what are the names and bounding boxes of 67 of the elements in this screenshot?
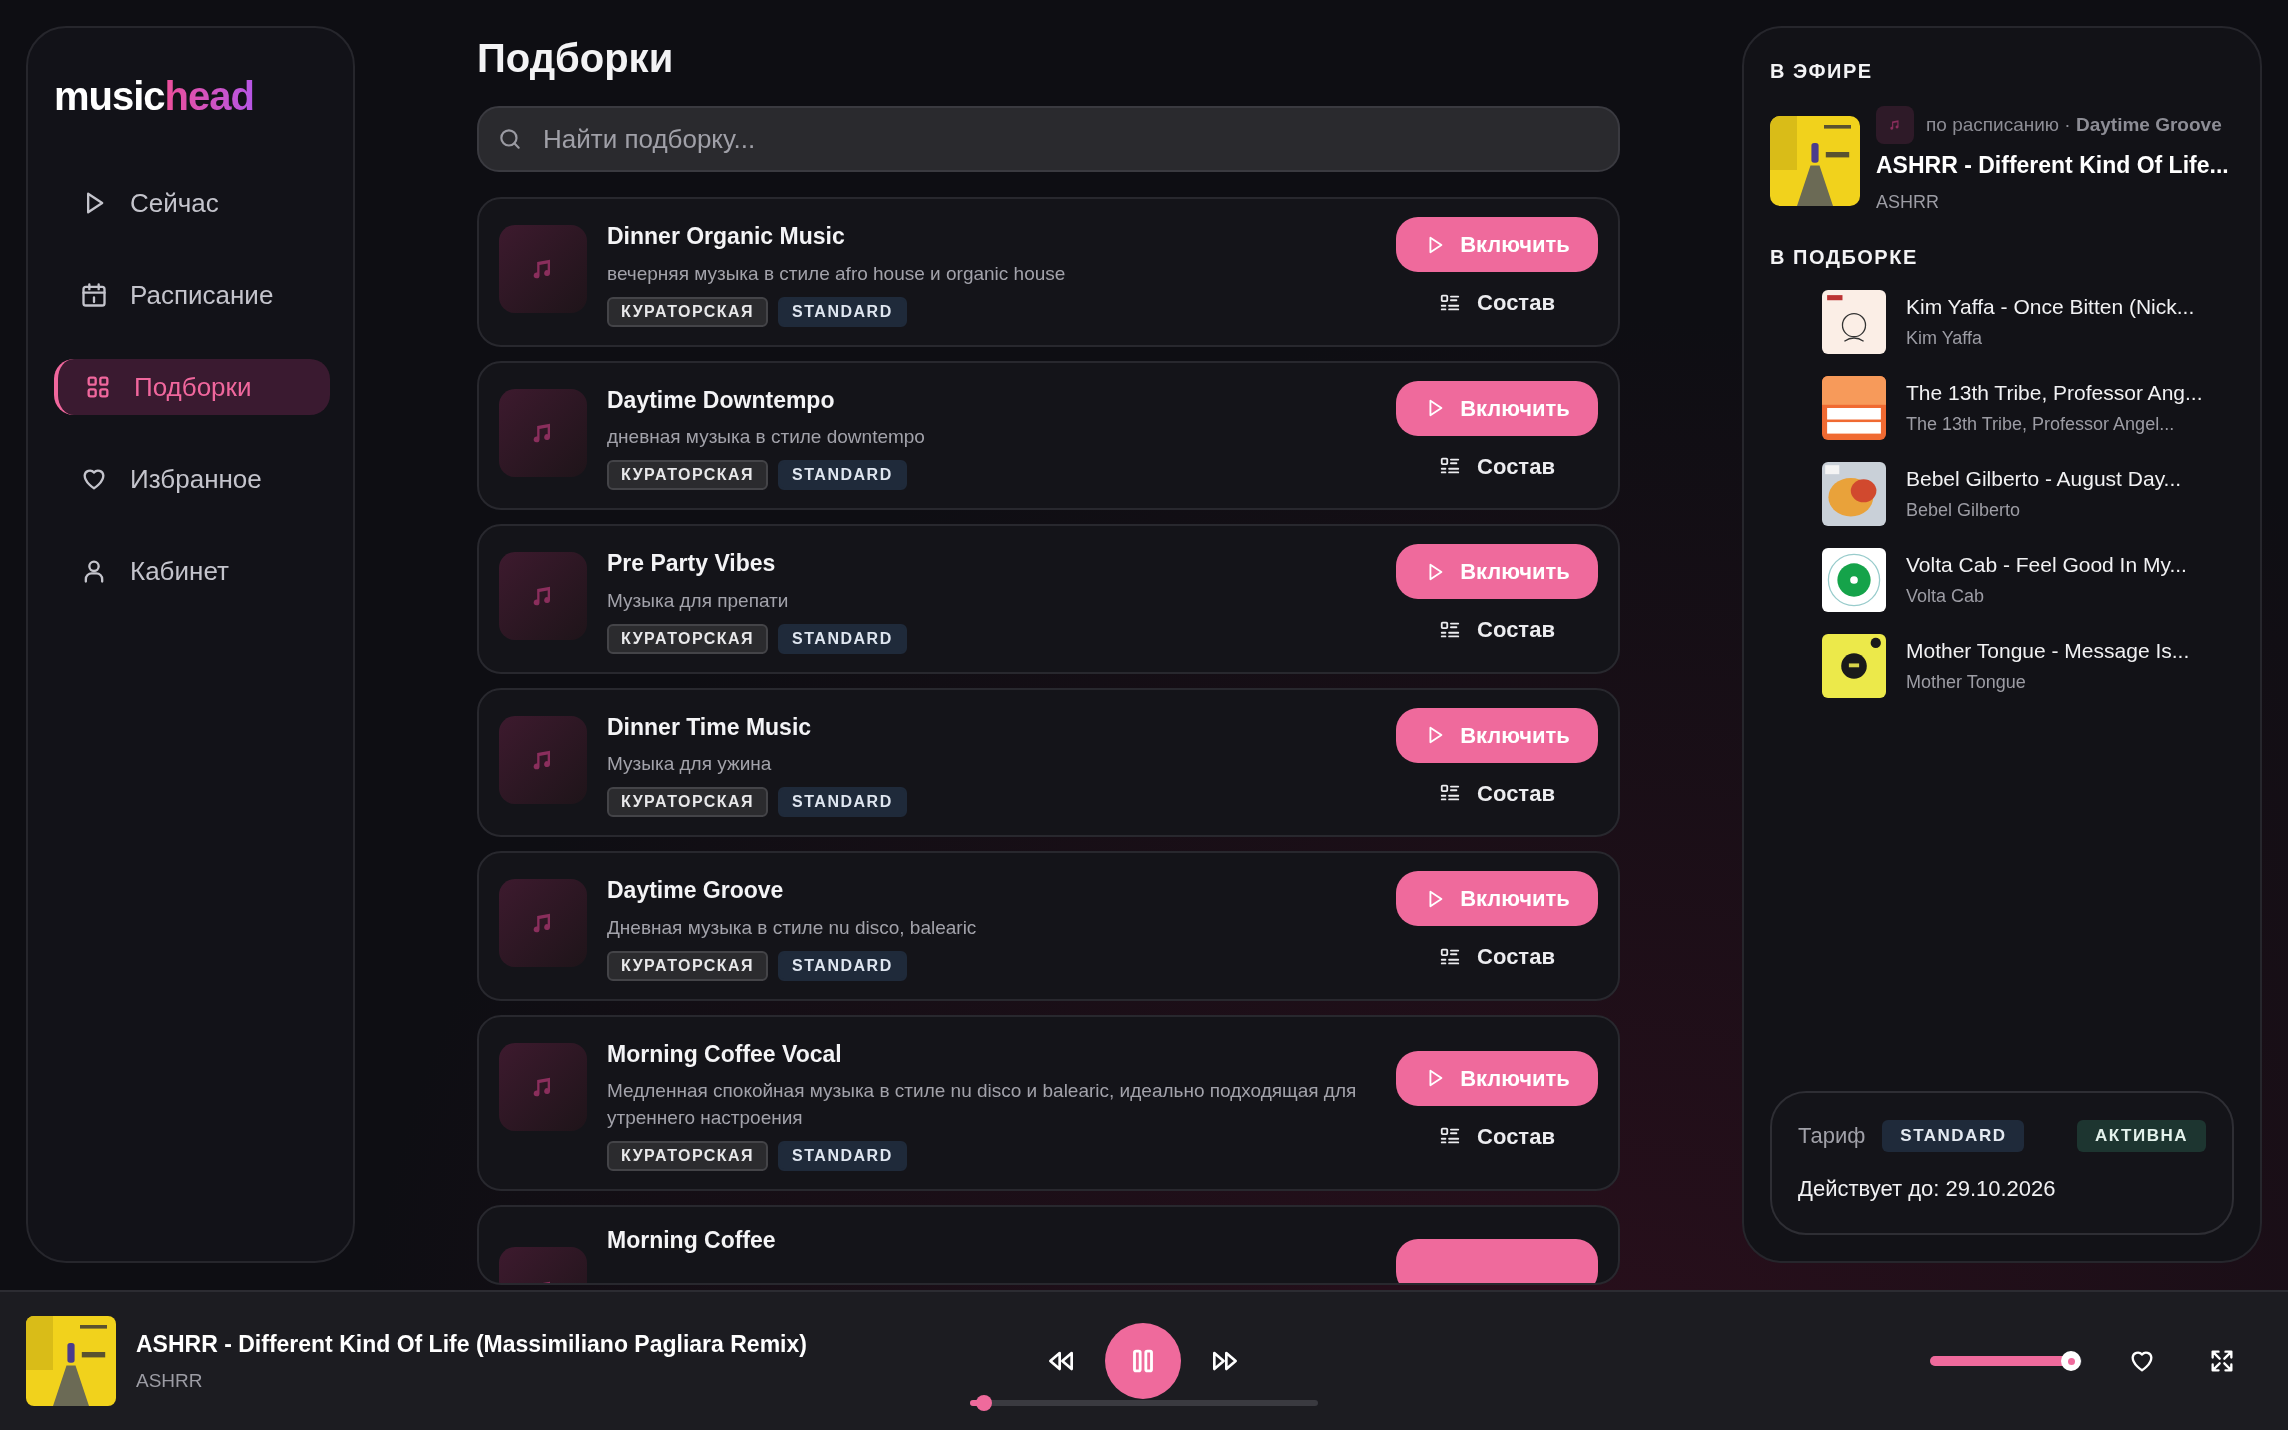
tag: КУРАТОРСКАЯ [607,296,769,327]
collection-description: Медленная спокойная музыка в стиле nu disco и balearic, идеально подходящая для утреннего настроения [607,1079,1358,1130]
nav-item[interactable]: Расписание [54,267,330,323]
tag: STANDARD [778,460,907,490]
nav-item[interactable]: Подборки [54,359,330,415]
logo: musichead [54,73,254,116]
tag: STANDARD [778,623,907,654]
collection-description: Дневная музыка в стиле nu disco, balearic [607,915,978,940]
track-title: ASHRR - Different Kind Of Life (Massimiliano Pagliara Remix) [136,1329,808,1359]
track-artist: ASHRR [1876,190,1940,214]
track-artist: Mother Tongue [1906,670,2027,694]
track-title: The 13th Tribe, Professor Ang... [1906,380,2203,407]
progress-bar[interactable] [970,1395,1318,1411]
play-button[interactable] [1396,1239,1598,1283]
tag: STANDARD [778,1141,907,1171]
source-label: по расписанию · Daytime Groove [1926,112,2222,137]
collection-title: Morning Coffee Vocal [607,1039,843,1069]
volume-slider[interactable] [1930,1351,2082,1371]
track-artist: The 13th Tribe, Professor Angel... [1906,412,2176,436]
collection-description: вечерняя музыка в стиле afro house и organic house [607,261,1067,286]
nav-item[interactable]: Кабинет [54,543,330,599]
collection-description: Музыка для ужина [607,752,773,776]
nav-item[interactable]: Сейчас [54,175,330,231]
section-heading: В ЭФИРЕ [1770,59,1874,84]
search-field[interactable]: Найти подборку... [477,106,1620,172]
contents-button[interactable]: Состав [1439,776,1555,810]
collection-description: дневная музыка в стиле downtempo [607,425,926,449]
tag: STANDARD [778,296,907,327]
contents-button[interactable]: Состав [1439,940,1555,973]
contents-button[interactable]: Состав [1439,1119,1555,1153]
track-artist: Volta Cab [1906,584,1986,608]
contents-button[interactable]: Состав [1439,449,1555,483]
collection-title: Daytime Downtempo [607,385,836,415]
collection-title: Daytime Groove [607,876,785,905]
track-title: Bebel Gilberto - August Day... [1906,466,2182,493]
track-artist: Kim Yaffa [1906,326,1984,350]
collection-title: Morning Coffee [607,1226,777,1255]
nav-item[interactable]: Избранное [54,451,330,507]
collection-description: Музыка для препати [607,588,790,613]
fullscreen-button[interactable] [2208,1347,2236,1375]
collection-title: Pre Party Vibes [607,549,777,578]
tag: КУРАТОРСКАЯ [607,623,769,654]
valid-until: Действует до: 29.10.2026 [1798,1175,2057,1203]
tag: КУРАТОРСКАЯ [607,1141,769,1171]
tag: КУРАТОРСКАЯ [607,460,769,490]
tag: STANDARD [778,950,907,981]
track-title: ASHRR - Different Kind Of Life... [1876,151,2229,180]
contents-button[interactable]: Состав [1439,286,1555,319]
track-title: Mother Tongue - Message Is... [1906,638,2190,665]
collection-title: Dinner Organic Music [607,222,846,251]
track-artist: ASHRR [136,1369,204,1393]
tag: КУРАТОРСКАЯ [607,950,769,981]
plan-tag: STANDARD [1882,1119,2025,1152]
tag: КУРАТОРСКАЯ [607,787,769,817]
section-heading: В ПОДБОРКЕ [1770,244,1919,270]
search-icon [497,126,523,152]
page-title: Подборки [477,38,674,78]
calendar-icon [80,281,108,309]
tag: STANDARD [778,787,907,817]
track-title: Volta Cab - Feel Good In My... [1906,552,2187,579]
collection-title: Dinner Time Music [607,712,813,742]
track-artist: Bebel Gilberto [1906,498,2022,522]
tariff-label: Тариф [1798,1122,1866,1150]
track-title: Kim Yaffa - Once Bitten (Nick... [1906,294,2195,321]
music-note-icon [1888,118,1902,132]
status-tag: АКТИВНА [2077,1119,2206,1152]
contents-button[interactable]: Состав [1439,613,1555,646]
